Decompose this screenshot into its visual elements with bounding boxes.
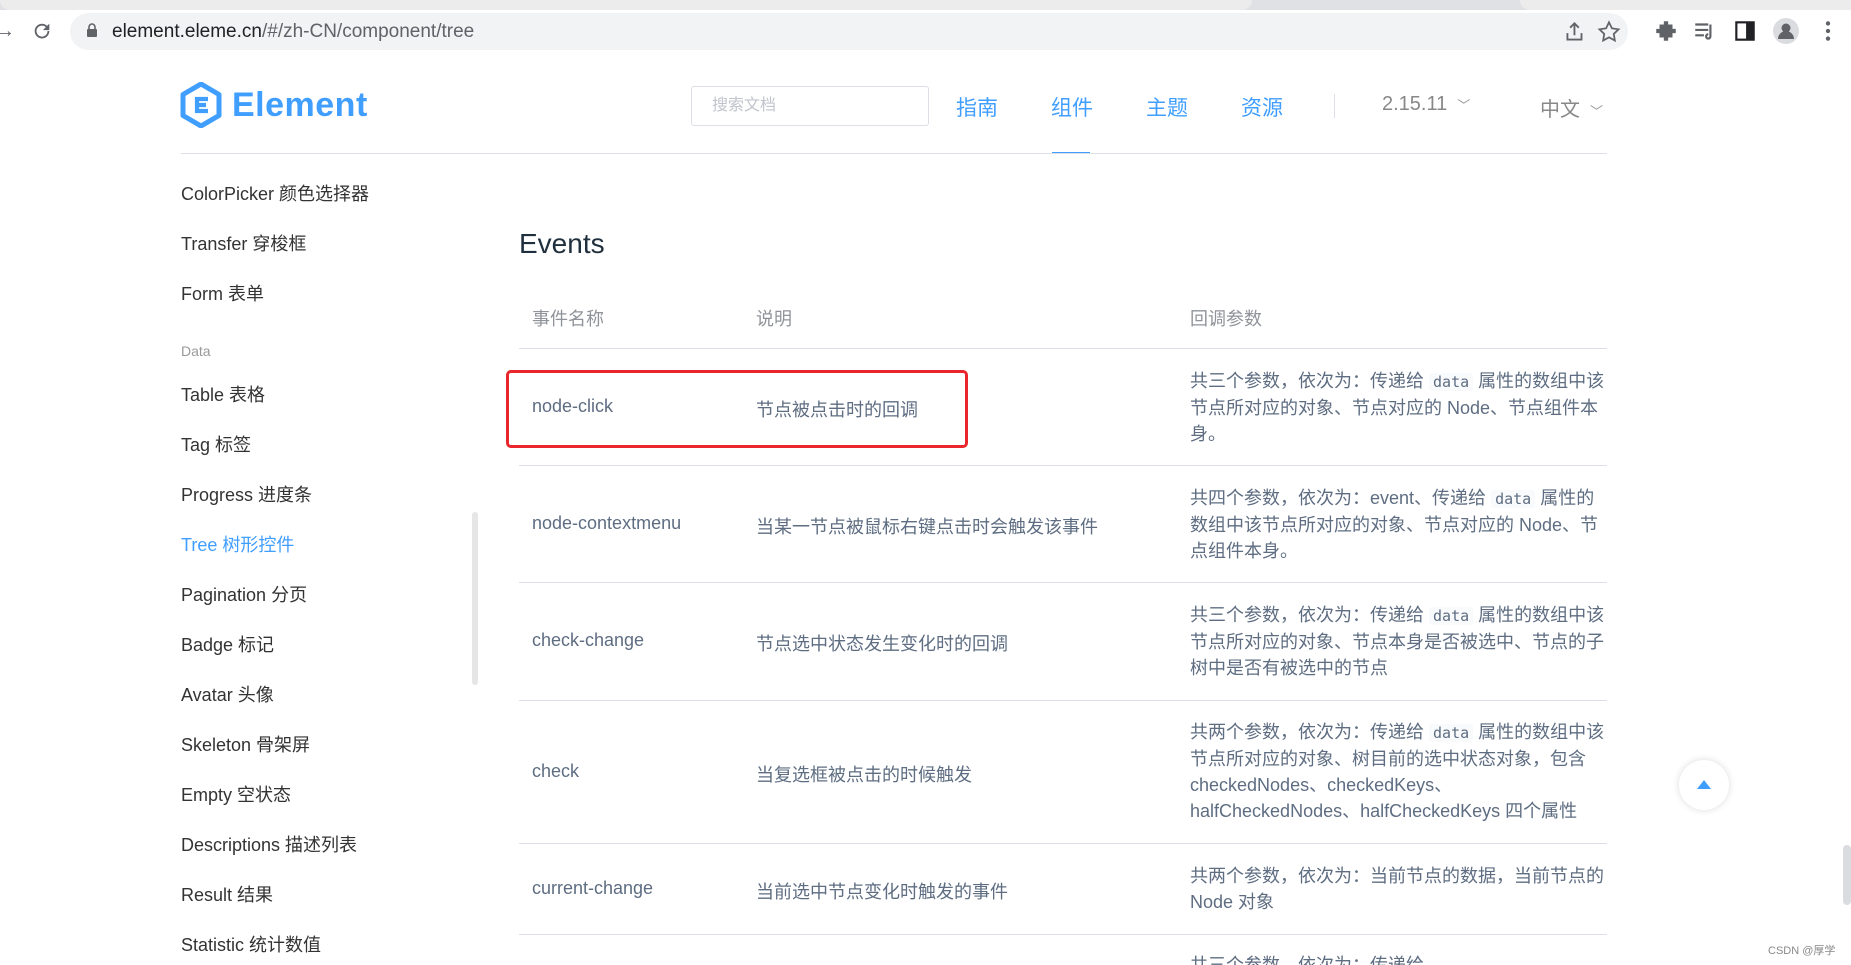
sidebar-item-tree[interactable]: Tree 树形控件 (181, 531, 294, 557)
params-text: 共两个参数，依次为：当前节点的数据，当前节点的 Node 对象 (1190, 866, 1604, 912)
event-description: 当某一节点被鼠标右键点击时会触发该事件 (756, 517, 1098, 537)
table-row-divider (519, 934, 1607, 935)
table-row-divider (519, 582, 1607, 583)
nav-guide[interactable]: 指南 (956, 92, 998, 122)
profile-avatar-icon[interactable] (1773, 18, 1799, 44)
sidebar-item-statistic[interactable]: Statistic 统计数值 (181, 931, 321, 957)
event-name: node-contextmenu (532, 513, 682, 533)
table-row-divider (519, 700, 1607, 701)
back-icon[interactable]: → (0, 18, 18, 44)
sidebar-item-badge[interactable]: Badge 标记 (181, 631, 274, 657)
column-header-event-name: 事件名称 (532, 309, 604, 329)
sidebar-item-colorpicker[interactable]: ColorPicker 颜色选择器 (181, 180, 369, 206)
sidebar-item-transfer[interactable]: Transfer 穿梭框 (181, 230, 306, 256)
event-description: 当复选框被点击的时候触发 (756, 765, 972, 785)
event-params: 共两个参数，依次为：传递给 data 属性的数组中该节点所对应的对象、树目前的选… (1190, 719, 1610, 824)
event-name: current-change (532, 878, 654, 898)
nav-theme[interactable]: 主题 (1146, 92, 1188, 122)
sidebar-item-result[interactable]: Result 结果 (181, 881, 273, 907)
sidebar-scrollbar[interactable] (472, 512, 478, 685)
highlight-annotation-box (506, 370, 968, 448)
sidebar-item-table[interactable]: Table 表格 (181, 381, 265, 407)
event-params-partial: 共三个参数，依次为：传递给 (1190, 952, 1610, 965)
lock-icon (87, 23, 97, 37)
star-icon[interactable] (1596, 19, 1622, 45)
share-icon[interactable] (1562, 19, 1588, 45)
tab[interactable] (1520, 0, 1851, 10)
extensions-icon[interactable] (1653, 18, 1679, 44)
tab-strip (0, 0, 1851, 10)
nav-resource[interactable]: 资源 (1241, 92, 1283, 122)
sidebar-item-form[interactable]: Form 表单 (181, 280, 264, 306)
event-params: 共四个参数，依次为：event、传递给 data 属性的数组中该节点所对应的对象… (1190, 485, 1610, 564)
nav-component[interactable]: 组件 (1051, 92, 1093, 122)
logo-text: Element (232, 85, 368, 124)
event-params: 共两个参数，依次为：当前节点的数据，当前节点的 Node 对象 (1190, 863, 1610, 915)
element-logo-icon (180, 82, 222, 128)
sidebar-item-empty[interactable]: Empty 空状态 (181, 781, 291, 807)
event-name: check (532, 761, 580, 781)
sidebar-item-avatar[interactable]: Avatar 头像 (181, 681, 274, 707)
params-text: 共四个参数，依次为：event、传递给 (1190, 488, 1487, 508)
section-title-events: Events (519, 228, 605, 259)
sidebar-item-pagination[interactable]: Pagination 分页 (181, 581, 307, 607)
event-params: 共三个参数，依次为：传递给 data 属性的数组中该节点所对应的对象、节点对应的… (1190, 368, 1610, 447)
chevron-down-icon: ﹀ (1590, 104, 1604, 119)
back-to-top-button[interactable] (1679, 760, 1729, 810)
sidebar-item-descriptions[interactable]: Descriptions 描述列表 (181, 831, 357, 857)
params-code: data (1491, 490, 1536, 508)
caret-up-icon (1697, 780, 1711, 789)
table-row-divider (519, 843, 1607, 844)
params-text: 共三个参数，依次为：传递给 (1190, 955, 1424, 965)
params-code: data (1429, 607, 1474, 625)
event-name: check-change (532, 630, 645, 650)
sidebar-item-progress[interactable]: Progress 进度条 (181, 481, 312, 507)
table-row-divider (519, 465, 1607, 466)
page-scrollbar[interactable] (1843, 845, 1851, 905)
event-params: 共三个参数，依次为：传递给 data 属性的数组中该节点所对应的对象、节点本身是… (1190, 602, 1610, 681)
params-code: data (1429, 724, 1474, 742)
chevron-down-icon: ﹀ (1457, 98, 1471, 113)
event-description: 节点选中状态发生变化时的回调 (756, 634, 1008, 654)
params-text: 共三个参数，依次为：传递给 (1190, 371, 1424, 391)
params-text: 共三个参数，依次为：传递给 (1190, 605, 1424, 625)
element-logo[interactable]: Element (180, 80, 368, 130)
search-input[interactable]: 搜索文档 (691, 86, 929, 126)
sidebar-item-tag[interactable]: Tag 标签 (181, 431, 251, 457)
table-header-divider (519, 348, 1607, 349)
address-bar[interactable]: element.eleme.cn/#/zh-CN/component/tree (70, 13, 1628, 50)
more-menu-icon[interactable] (1815, 18, 1841, 44)
language-label: 中文 (1540, 99, 1580, 121)
tab[interactable] (0, 0, 1252, 10)
params-text: 共两个参数，依次为：传递给 (1190, 722, 1424, 742)
sidebar-group-data: Data (181, 343, 211, 359)
header-divider (1334, 94, 1335, 118)
column-header-description: 说明 (756, 309, 792, 329)
params-code: data (1429, 373, 1474, 391)
sidebar-item-skeleton[interactable]: Skeleton 骨架屏 (181, 731, 310, 757)
media-icon[interactable] (1692, 18, 1718, 44)
url-text[interactable]: element.eleme.cn/#/zh-CN/component/tree (112, 21, 474, 43)
reload-icon[interactable] (29, 18, 55, 44)
language-dropdown[interactable]: 中文 ﹀ (1540, 93, 1603, 122)
header-divider-line (181, 153, 1607, 154)
version-dropdown[interactable]: 2.15.11 ﹀ (1382, 93, 1470, 116)
version-label: 2.15.11 (1382, 93, 1448, 115)
sidepanel-icon[interactable] (1732, 18, 1758, 44)
event-description: 当前选中节点变化时触发的事件 (756, 882, 1008, 902)
browser-toolbar: → element.eleme.cn/#/zh-CN/component/tre… (0, 0, 1851, 55)
column-header-callback-params: 回调参数 (1190, 309, 1262, 329)
watermark: CSDN @厚学 (1768, 945, 1836, 957)
